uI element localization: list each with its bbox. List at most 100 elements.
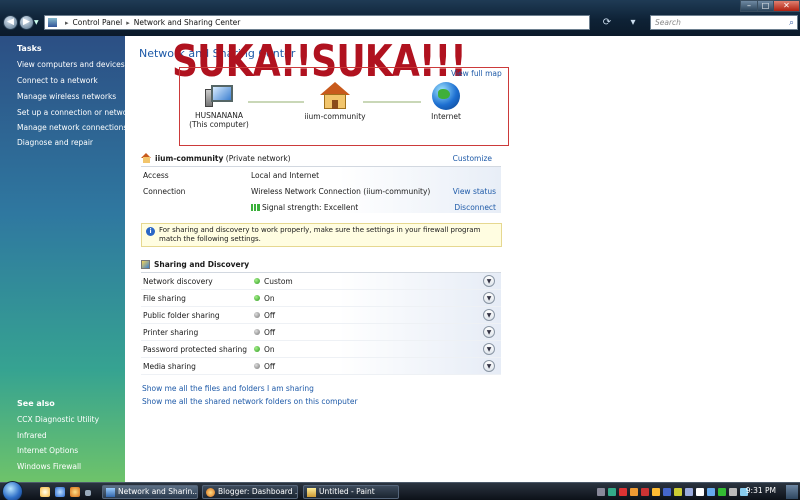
table-row[interactable]: Network discovery Custom ▼	[141, 273, 501, 290]
start-button[interactable]	[2, 481, 23, 500]
sidebar-item-windows-firewall[interactable]: Windows Firewall	[17, 462, 81, 471]
customize-link[interactable]: Customize	[453, 154, 492, 163]
search-input[interactable]: Search ⌕	[650, 15, 798, 30]
sidebar-item-diagnose-repair[interactable]: Diagnose and repair	[17, 138, 93, 147]
tray-app-icon[interactable]	[685, 488, 693, 496]
ie-icon[interactable]	[55, 487, 65, 497]
taskbar-item-blogger[interactable]: Blogger: Dashboard ...	[202, 485, 298, 499]
close-button[interactable]: ✕	[773, 0, 800, 12]
table-row: Signal strength: Excellent Disconnect	[141, 199, 501, 215]
breadcrumb-control-panel[interactable]: Control Panel	[73, 18, 123, 27]
tray-battery-icon[interactable]	[718, 488, 726, 496]
network-header: iium-community (Private network) Customi…	[141, 150, 497, 166]
row-label: Media sharing	[143, 362, 196, 371]
status-on-icon	[254, 346, 260, 352]
info-icon: i	[146, 227, 155, 236]
signal-bars-icon	[251, 204, 260, 211]
show-desktop-button[interactable]	[786, 485, 798, 499]
tray-app-icon[interactable]	[674, 488, 682, 496]
maximize-button[interactable]: □	[757, 0, 774, 12]
table-row[interactable]: Media sharing Off ▼	[141, 358, 501, 375]
address-dropdown-icon[interactable]: ▾	[624, 15, 642, 30]
search-icon[interactable]: ⌕	[789, 17, 794, 30]
table-row[interactable]: Public folder sharing Off ▼	[141, 307, 501, 324]
network-details-table: Access Local and Internet Connection Wir…	[141, 166, 501, 213]
clock[interactable]: 9:31 PM	[746, 486, 776, 495]
row-value-text: Custom	[264, 277, 293, 286]
breadcrumb-network-sharing-center[interactable]: Network and Sharing Center	[134, 18, 241, 27]
paint-icon	[307, 488, 316, 497]
sidebar-item-connect-network[interactable]: Connect to a network	[17, 76, 98, 85]
globe-icon	[432, 82, 460, 110]
row-value: On	[254, 345, 275, 354]
taskbar-item-paint[interactable]: Untitled - Paint	[303, 485, 399, 499]
network-node-name: iium-community	[304, 112, 366, 121]
sidebar-item-manage-connections[interactable]: Manage network connections	[17, 123, 127, 132]
sidebar-item-manage-wireless[interactable]: Manage wireless networks	[17, 92, 116, 101]
tray-security-icon[interactable]	[619, 488, 627, 496]
house-network-icon	[141, 153, 152, 163]
firefox-icon[interactable]	[70, 487, 80, 497]
chevron-down-icon[interactable]: ▼	[483, 292, 495, 304]
table-row[interactable]: File sharing On ▼	[141, 290, 501, 307]
tray-app-icon[interactable]	[608, 488, 616, 496]
view-full-map-link[interactable]: View full map	[451, 69, 502, 78]
status-off-icon	[254, 363, 260, 369]
firewall-info-box: i For sharing and discovery to work prop…	[141, 223, 502, 247]
taskbar-item-label: Untitled - Paint	[319, 487, 375, 496]
sidebar-item-infrared[interactable]: Infrared	[17, 431, 47, 440]
chevron-down-icon[interactable]: ▼	[483, 360, 495, 372]
table-row[interactable]: Password protected sharing On ▼	[141, 341, 501, 358]
row-value: Wireless Network Connection (iium-commun…	[251, 187, 431, 196]
minimize-button[interactable]: –	[740, 0, 758, 12]
forward-button[interactable]: ▶	[19, 15, 34, 30]
sidebar-item-setup-connection[interactable]: Set up a connection or network	[17, 108, 135, 117]
chevron-right-icon[interactable]	[85, 490, 91, 496]
tray-app-icon[interactable]	[652, 488, 660, 496]
back-button[interactable]: ◀	[3, 15, 18, 30]
map-node-internet[interactable]: Internet	[416, 82, 476, 121]
smiley-icon[interactable]	[40, 487, 50, 497]
tray-bluetooth-icon[interactable]	[663, 488, 671, 496]
row-label: Access	[143, 171, 169, 180]
tray-volume-icon[interactable]	[729, 488, 737, 496]
view-status-link[interactable]: View status	[453, 187, 496, 196]
sharing-icon	[141, 259, 150, 269]
sidebar-item-ccx-diagnostic[interactable]: CCX Diagnostic Utility	[17, 415, 99, 424]
chevron-down-icon[interactable]: ▼	[483, 275, 495, 287]
tray-app-icon[interactable]	[641, 488, 649, 496]
tray-network-icon[interactable]	[707, 488, 715, 496]
address-bar[interactable]: ▸ Control Panel ▸ Network and Sharing Ce…	[44, 15, 590, 30]
sidebar-item-view-computers[interactable]: View computers and devices	[17, 60, 125, 69]
tray-app-icon[interactable]	[696, 488, 704, 496]
signal-strength-text: Signal strength: Excellent	[262, 203, 359, 212]
recent-pages-dropdown[interactable]: ▼	[34, 19, 39, 26]
main-content: Network and Sharing Center SUKA!!SUKA!!!…	[125, 36, 800, 482]
refresh-icon[interactable]: ⟳	[598, 15, 616, 30]
see-also-heading: See also	[17, 399, 55, 408]
chevron-down-icon[interactable]: ▼	[483, 326, 495, 338]
tray-app-icon[interactable]	[630, 488, 638, 496]
table-row[interactable]: Printer sharing Off ▼	[141, 324, 501, 341]
disconnect-link[interactable]: Disconnect	[454, 203, 496, 212]
show-shared-folders-link[interactable]: Show me all the shared network folders o…	[142, 397, 358, 406]
row-label: Public folder sharing	[143, 311, 220, 320]
chevron-left-icon[interactable]	[597, 488, 605, 496]
chevron-down-icon[interactable]: ▼	[483, 343, 495, 355]
tasks-sidebar: Tasks View computers and devices Connect…	[0, 36, 135, 482]
sharing-heading: Sharing and Discovery	[154, 259, 250, 269]
chevron-right-icon: ▸	[65, 18, 69, 27]
table-row: Access Local and Internet	[141, 167, 501, 183]
map-node-computer[interactable]: HUSNANANA (This computer)	[184, 85, 254, 129]
network-map: View full map HUSNANANA (This computer) …	[179, 67, 509, 146]
show-shared-files-link[interactable]: Show me all the files and folders I am s…	[142, 384, 314, 393]
taskbar: Network and Sharin... Blogger: Dashboard…	[0, 481, 800, 500]
sidebar-item-internet-options[interactable]: Internet Options	[17, 446, 78, 455]
signal-strength: Signal strength: Excellent	[251, 203, 358, 212]
chevron-down-icon[interactable]: ▼	[483, 309, 495, 321]
taskbar-item-network[interactable]: Network and Sharin...	[102, 485, 198, 499]
firefox-icon	[206, 488, 215, 497]
map-link-line	[363, 101, 421, 103]
row-value-text: Off	[264, 328, 276, 337]
status-off-icon	[254, 312, 260, 318]
